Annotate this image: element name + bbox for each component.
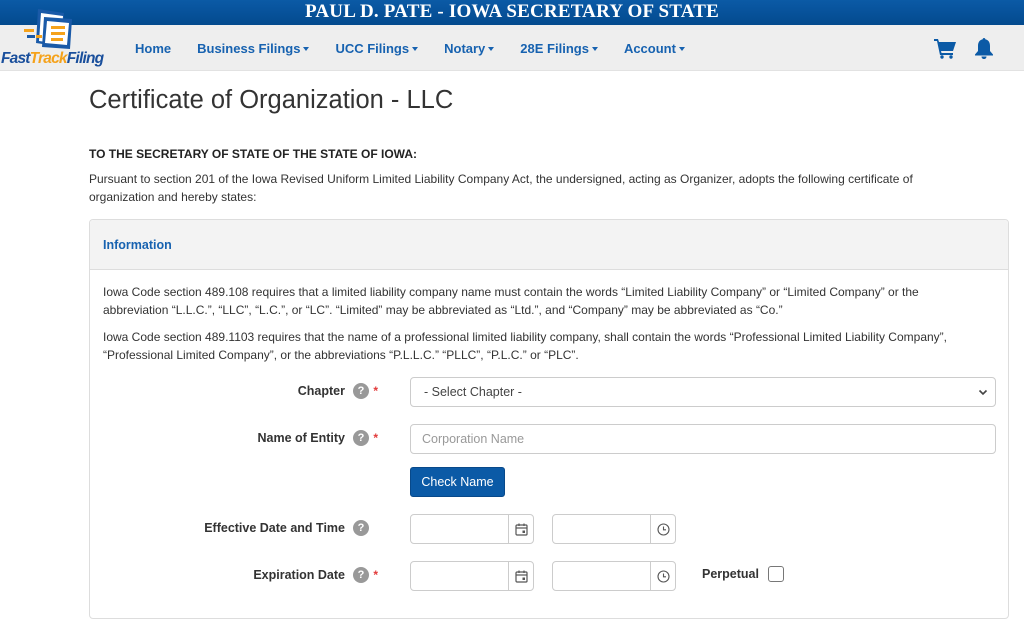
effective-date-label-group: Effective Date and Time ? * [204,520,378,536]
check-name-button[interactable]: Check Name [410,467,505,497]
logo-wordmark: FastTrackFiling [1,50,104,68]
nav-item-notary[interactable]: Notary [431,41,507,56]
required-spacer: * [373,521,378,535]
nav-item-label: Notary [444,40,486,56]
caret-down-icon [412,46,419,51]
page-title: Certificate of Organization - LLC [89,86,454,114]
chapter-label-group: Chapter ? * [298,383,378,399]
pllc-name-notice: Iowa Code section 489.1103 requires that… [103,330,947,362]
top-banner: PAUL D. PATE - IOWA SECRETARY OF STATE [0,0,1024,25]
bell-icon[interactable] [972,36,996,65]
calendar-icon[interactable] [508,515,533,543]
help-icon[interactable]: ? [353,520,369,536]
salutation-heading: TO THE SECRETARY OF STATE OF THE STATE O… [89,147,418,161]
expiration-time-input[interactable] [552,561,676,591]
clock-icon[interactable] [650,515,675,543]
help-icon[interactable]: ? [353,430,369,446]
entity-name-placeholder: Corporation Name [422,432,525,446]
perpetual-label: Perpetual [702,567,759,581]
nav-item-label: Business Filings [197,40,301,56]
caret-down-icon [303,46,310,51]
required-marker: * [373,431,378,445]
effective-date-input[interactable] [410,514,534,544]
logo-word-track: Track [29,50,68,67]
panel-title: Information [103,237,172,252]
caret-down-icon [591,46,598,51]
chapter-select[interactable]: - Select Chapter - [410,377,996,407]
nav-item-ucc-filings[interactable]: UCC Filings [322,41,431,56]
nav-item-label: Account [623,40,676,56]
clock-icon[interactable] [650,562,675,590]
perpetual-checkbox[interactable] [767,566,784,582]
perpetual-group: Perpetual [702,566,784,582]
panel-heading: Information [90,220,1008,270]
chevron-down-icon [978,389,988,396]
required-marker: * [373,384,378,398]
entity-name-label-group: Name of Entity ? * [257,430,378,446]
logo-word-fast: Fast [1,50,30,67]
main-navbar: FastTrackFiling Home Business Filings UC… [0,9,1024,71]
required-marker: * [373,568,378,582]
expiration-date-label-group: Expiration Date ? * [253,567,378,583]
help-icon[interactable]: ? [353,567,369,583]
nav-menu: Home Business Filings UCC Filings Notary… [122,25,698,71]
banner-title: PAUL D. PATE - IOWA SECRETARY OF STATE [304,1,720,22]
caret-down-icon [678,46,685,51]
effective-date-label: Effective Date and Time [204,521,345,535]
chapter-select-value: - Select Chapter - [424,385,522,399]
nav-item-business-filings[interactable]: Business Filings [184,41,322,56]
effective-time-input[interactable] [552,514,676,544]
nav-item-label: UCC Filings [335,40,410,56]
llc-name-notice: Iowa Code section 489.108 requires that … [103,285,919,317]
nav-item-28e-filings[interactable]: 28E Filings [507,41,611,56]
nav-item-account[interactable]: Account [611,41,698,56]
chapter-label: Chapter [297,384,345,398]
calendar-icon[interactable] [508,562,533,590]
information-panel: Information Iowa Code section 489.108 re… [89,219,1009,619]
fast-track-filing-logo[interactable]: FastTrackFiling [0,7,115,71]
caret-down-icon [488,46,495,51]
shopping-cart-icon[interactable] [933,36,957,65]
expiration-date-input[interactable] [410,561,534,591]
nav-item-home[interactable]: Home [122,41,184,56]
nav-icons [933,36,996,65]
nav-item-label: Home [135,40,172,56]
expiration-date-label: Expiration Date [253,568,345,582]
intro-text: Pursuant to section 201 of the Iowa Revi… [89,172,913,204]
logo-word-filing: Filing [66,50,104,67]
document-logo-icon [24,9,72,49]
entity-name-input[interactable]: Corporation Name [410,424,996,454]
help-icon[interactable]: ? [353,383,369,399]
nav-item-label: 28E Filings [520,40,589,56]
entity-name-label: Name of Entity [257,431,345,445]
